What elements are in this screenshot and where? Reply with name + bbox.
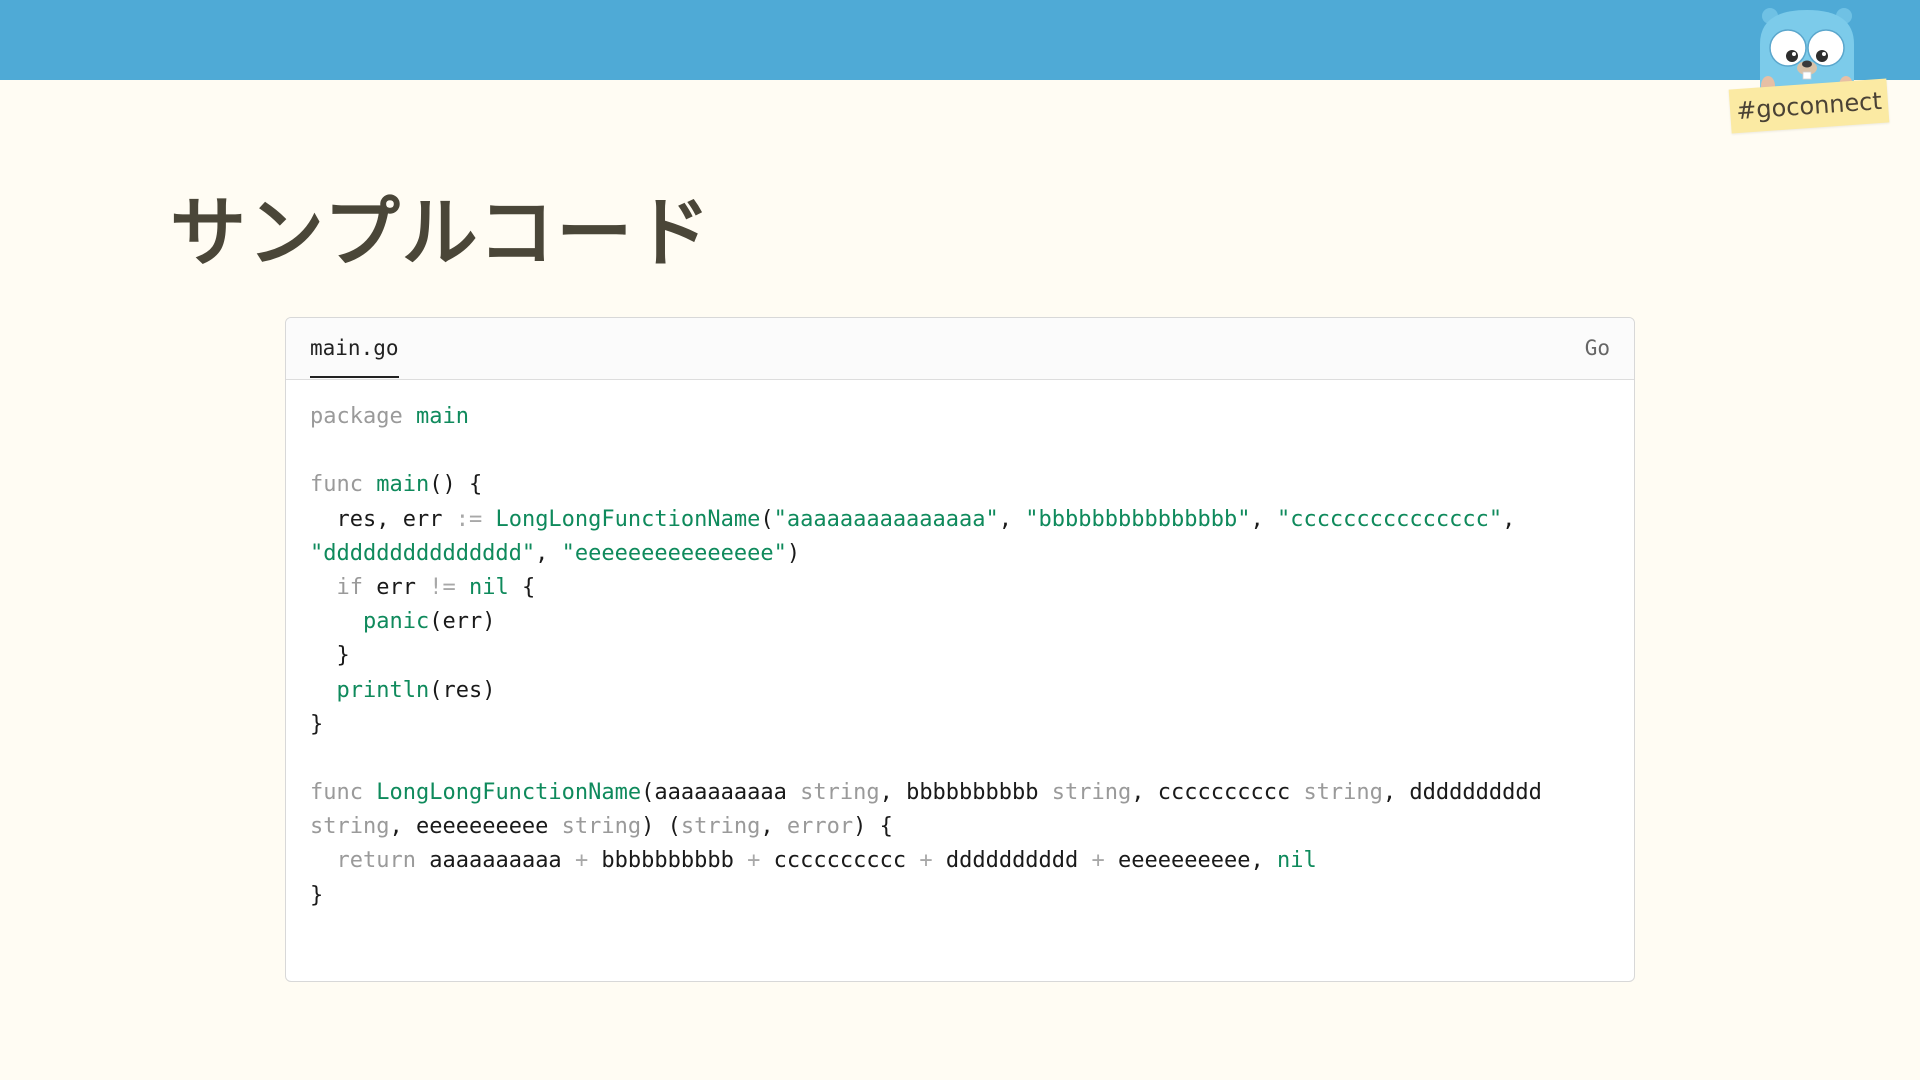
code-token: func — [310, 472, 377, 498]
code-token: (err) — [429, 609, 496, 635]
code-token: ) { — [853, 814, 893, 840]
code-line: string, eeeeeeeeee string) (string, erro… — [310, 810, 1614, 844]
code-token: (aaaaaaaaaa — [641, 780, 801, 806]
code-token: string — [800, 780, 880, 806]
code-token: LongLongFunctionName — [495, 506, 761, 532]
code-token: , — [1502, 506, 1516, 532]
code-token: := — [455, 506, 483, 532]
code-token: , — [760, 814, 787, 840]
code-token: println — [336, 677, 430, 703]
code-token: "eeeeeeeeeeeeeee" — [561, 540, 787, 566]
code-token: , eeeeeeeeee — [389, 814, 562, 840]
code-token: , — [1250, 506, 1277, 532]
code-line: } — [310, 879, 1614, 913]
code-token: panic — [362, 609, 430, 635]
code-line: } — [310, 708, 1614, 742]
code-token: (res) — [429, 677, 496, 703]
code-token: , dddddddddd — [1382, 780, 1542, 806]
code-token: main — [415, 404, 469, 429]
code-token: string — [561, 814, 642, 840]
code-token: cccccccccc — [760, 848, 920, 874]
code-token: + — [919, 848, 933, 874]
code-token: , — [535, 540, 562, 566]
code-token: string — [310, 814, 390, 840]
code-line: } — [310, 639, 1614, 673]
code-token: () { — [429, 472, 483, 498]
code-token: aaaaaaaaaa — [415, 848, 575, 874]
code-line: if err != nil { — [310, 571, 1614, 605]
code-token: } — [310, 643, 350, 669]
code-block-header: main.go Go — [286, 318, 1634, 380]
code-line: return aaaaaaaaaa + bbbbbbbbbb + ccccccc… — [310, 844, 1614, 878]
code-token: err — [363, 574, 430, 600]
file-tab-main-go[interactable]: main.go — [310, 336, 399, 378]
code-token: + — [747, 848, 761, 874]
code-token: != — [429, 574, 456, 600]
code-token: main — [376, 472, 430, 498]
code-token: package — [310, 404, 416, 429]
code-line: func LongLongFunctionName(aaaaaaaaaa str… — [310, 776, 1614, 810]
code-line: func main() { — [310, 468, 1614, 502]
code-token: nil — [1276, 848, 1317, 874]
code-token: "ccccccccccccccc" — [1276, 506, 1503, 532]
code-token: return — [336, 848, 416, 874]
code-line: panic(err) — [310, 605, 1614, 639]
code-token: + — [1091, 848, 1105, 874]
code-line: "ddddddddddddddd", "eeeeeeeeeeeeeee") — [310, 537, 1614, 571]
code-line: res, err := LongLongFunctionName("aaaaaa… — [310, 503, 1614, 537]
code-token: if — [336, 574, 364, 600]
code-token: , bbbbbbbbbb — [879, 780, 1052, 806]
code-content: package main func main() { res, err := Lo… — [310, 400, 1614, 913]
code-token: } — [310, 711, 324, 737]
code-token: func — [310, 780, 377, 806]
code-token: LongLongFunctionName — [376, 780, 642, 806]
code-token: + — [574, 848, 589, 874]
language-label: Go — [1584, 336, 1610, 360]
code-line: package main — [310, 400, 1614, 434]
code-token: , — [998, 506, 1026, 532]
code-token: res, err — [310, 506, 456, 532]
code-token: "bbbbbbbbbbbbbbb" — [1025, 506, 1251, 532]
code-token: string — [1303, 780, 1383, 806]
code-token: , cccccccccc — [1131, 780, 1304, 806]
code-token: nil — [468, 574, 509, 600]
code-token: string — [1051, 780, 1132, 806]
code-token: ( — [760, 506, 774, 532]
code-token: } — [310, 882, 324, 908]
code-token: eeeeeeeeee, — [1104, 848, 1277, 874]
code-block: main.go Go package main func main() { res… — [285, 317, 1635, 982]
code-token: string — [680, 814, 761, 840]
code-token: error — [786, 814, 854, 840]
code-token: ) ( — [641, 814, 681, 840]
header-bar — [0, 0, 1920, 80]
code-token: bbbbbbbbbb — [588, 848, 748, 874]
code-token: { — [508, 574, 536, 600]
code-token: dddddddddd — [932, 848, 1092, 874]
page-title: サンプルコード — [170, 188, 713, 277]
code-token: "ddddddddddddddd" — [310, 540, 536, 566]
code-token: ) — [786, 540, 801, 566]
code-line: println(res) — [310, 674, 1614, 708]
code-token: "aaaaaaaaaaaaaaa" — [773, 506, 999, 532]
